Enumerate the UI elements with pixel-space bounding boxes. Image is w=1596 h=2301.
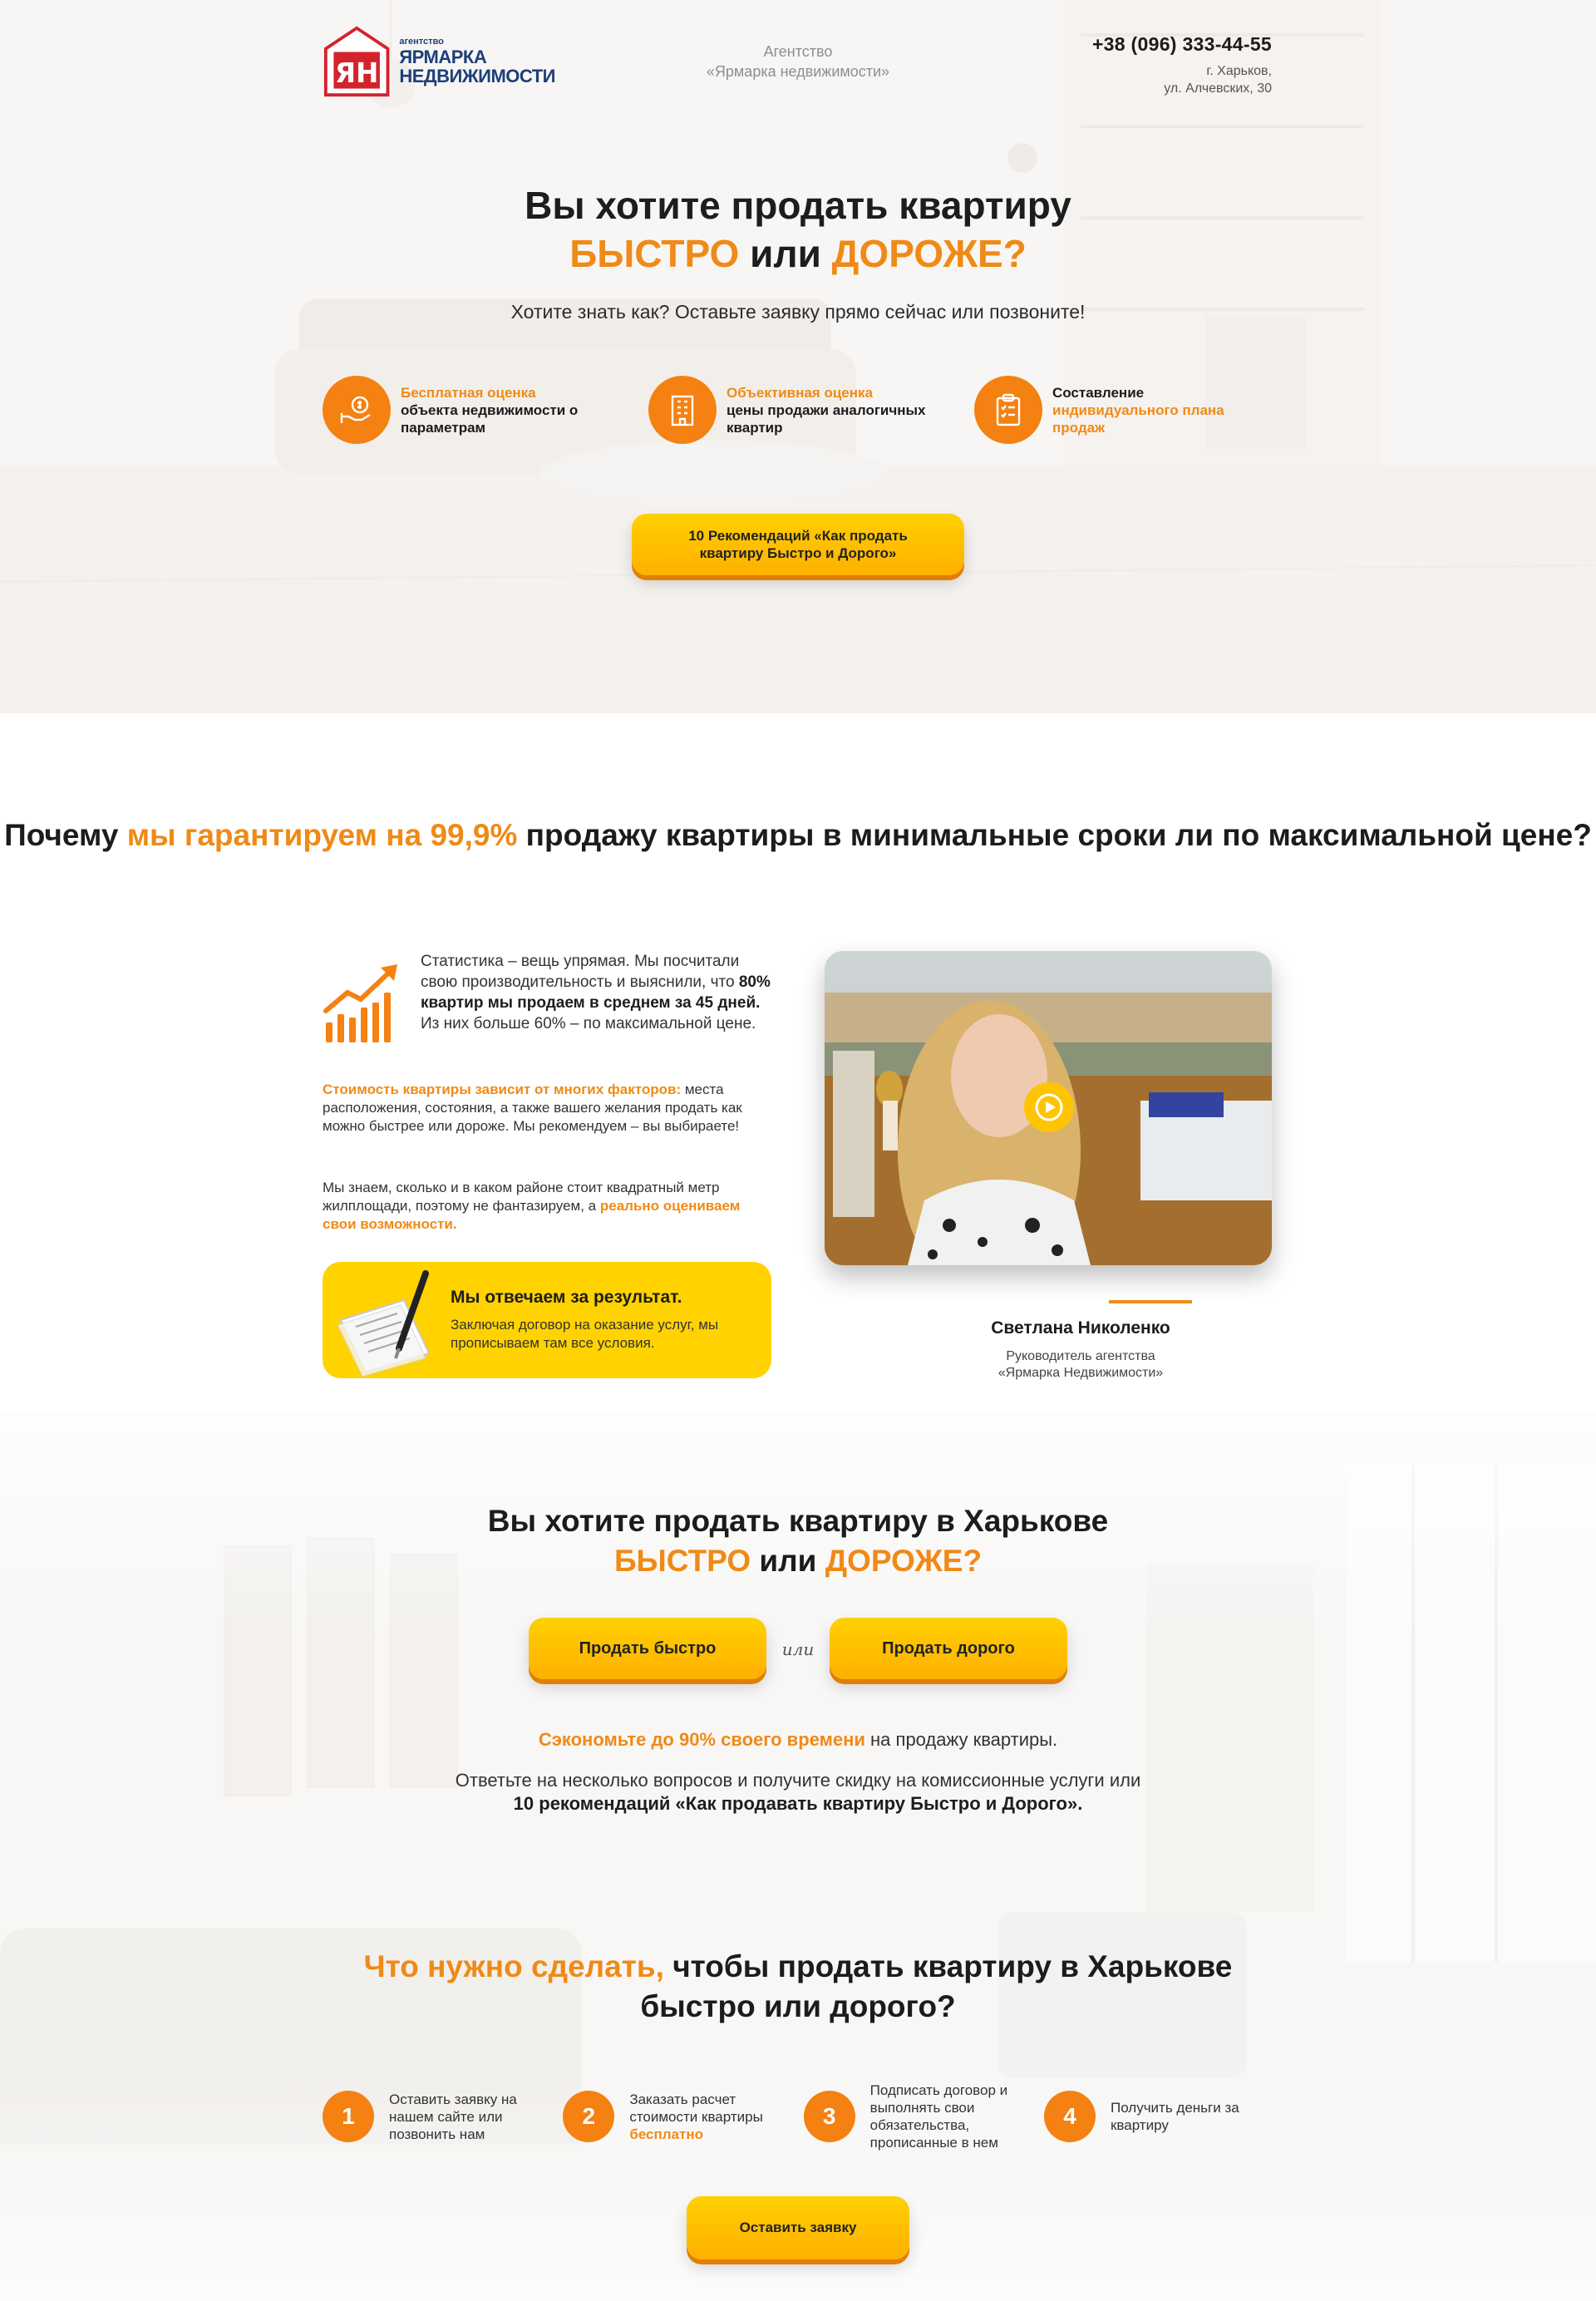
hero-title: Вы хотите продать квартиру БЫСТРО или ДО… [525,184,1071,275]
feature-individual-plan: Составление индивидуального плана продаж [974,376,1273,444]
recommendations-button[interactable]: 10 Рекомендаций «Как продать квартиру Бы… [632,514,964,575]
step-text: Заказать расчет стоимости квартиры беспла… [629,2091,763,2142]
play-button[interactable] [1024,1082,1074,1132]
step-text: Подписать договор и выполнять свои обяза… [869,2082,1008,2151]
feature-free-evaluation: Бесплатная оценка объекта недвижимости о … [323,376,622,444]
step-2: 2 Заказать расчет стоимости квартиры бесп… [563,2082,792,2151]
money-hand-icon [323,376,391,444]
sell-fast-button[interactable]: Продать быстро [529,1618,766,1679]
leave-request-button[interactable]: Оставить заявку [687,2196,909,2259]
video-player[interactable] [825,951,1272,1265]
logo-line-2: НЕДВИЖИМОСТИ [399,65,555,86]
step-1: 1 Оставить заявку на нашем сайте или поз… [323,2082,552,2151]
why-title: Почему мы гарантируем на 99,9% продажу к… [4,818,1592,852]
address: г. Харьков, ул. Алчевских, 30 [1164,64,1272,96]
choose-title: Вы хотите продать квартиру в Харькове БЫ… [487,1504,1109,1578]
step-4: 4 Получить деньги за квартиру [1043,2082,1273,2151]
or-label: или [781,1639,815,1659]
market-knowledge-text: Мы знаем, сколько и в каком районе стоит… [323,1180,741,1232]
step-number: 3 [803,2091,855,2142]
step-number: 1 [323,2091,374,2142]
clipboard-list-icon [974,376,1042,444]
logo-line-1: ЯРМАРКА [399,46,487,67]
step-number: 4 [1043,2091,1096,2142]
price-factors-text: Стоимость квартиры зависит от многих фак… [323,1082,742,1134]
sell-expensive-button[interactable]: Продать дорого [830,1618,1067,1679]
growth-chart-icon [323,964,397,1042]
save-time-text: Сэкономьте до 90% своего времени на прод… [538,1729,1058,1750]
feature-objective-evaluation: Объективная оценка цены продажи аналогичн… [648,376,948,444]
hero-subtitle: Хотите знать как? Оставьте заявку прямо … [510,301,1086,323]
features-list: Бесплатная оценка объекта недвижимости о … [323,376,1273,444]
agency-name: Агентство «Ярмарка недвижимости» [706,43,890,80]
step-text: Оставить заявку на нашем сайте или позво… [389,2091,517,2142]
building-icon [648,376,717,444]
steps-list: 1 Оставить заявку на нашем сайте или поз… [323,2082,1273,2151]
step-3: 3 Подписать договор и выполнять свои обя… [803,2082,1033,2151]
steps-title: Что нужно сделать, чтобы продать квартир… [363,1949,1233,2023]
svg-text:ЯН: ЯН [335,57,378,89]
person-role: Руководитель агентства «Ярмарка Недвижим… [998,1349,1164,1380]
play-icon [1035,1093,1063,1121]
name-divider [1109,1300,1192,1303]
result-text: Заключая договор на оказание услуг, мы п… [451,1317,719,1351]
step-text: Получить деньги за квартиру [1110,2100,1239,2133]
contacts: +38 (096) 333-44-55 г. Харьков, ул. Алче… [1092,33,1272,97]
logo-small-text: агентство [399,37,444,47]
contract-pen-icon [337,1270,431,1377]
result-guarantee-card: Мы отвечаем за результат. Заключая догов… [323,1262,771,1378]
phone-link[interactable]: +38 (096) 333-44-55 [1092,33,1272,56]
answer-questions-text: Ответьте на несколько вопросов и получит… [455,1770,1141,1814]
logo-house-mark: ЯН [323,26,390,97]
person-name: Светлана Николенко [991,1318,1170,1338]
brand-logo[interactable]: ЯН агентство ЯРМАРКА НЕДВИЖИМОСТИ [323,22,555,101]
step-number: 2 [563,2091,615,2142]
result-title: Мы отвечаем за результат. [451,1288,682,1307]
statistics-text: Статистика – вещь упрямая. Мы посчитали … [421,953,771,1032]
